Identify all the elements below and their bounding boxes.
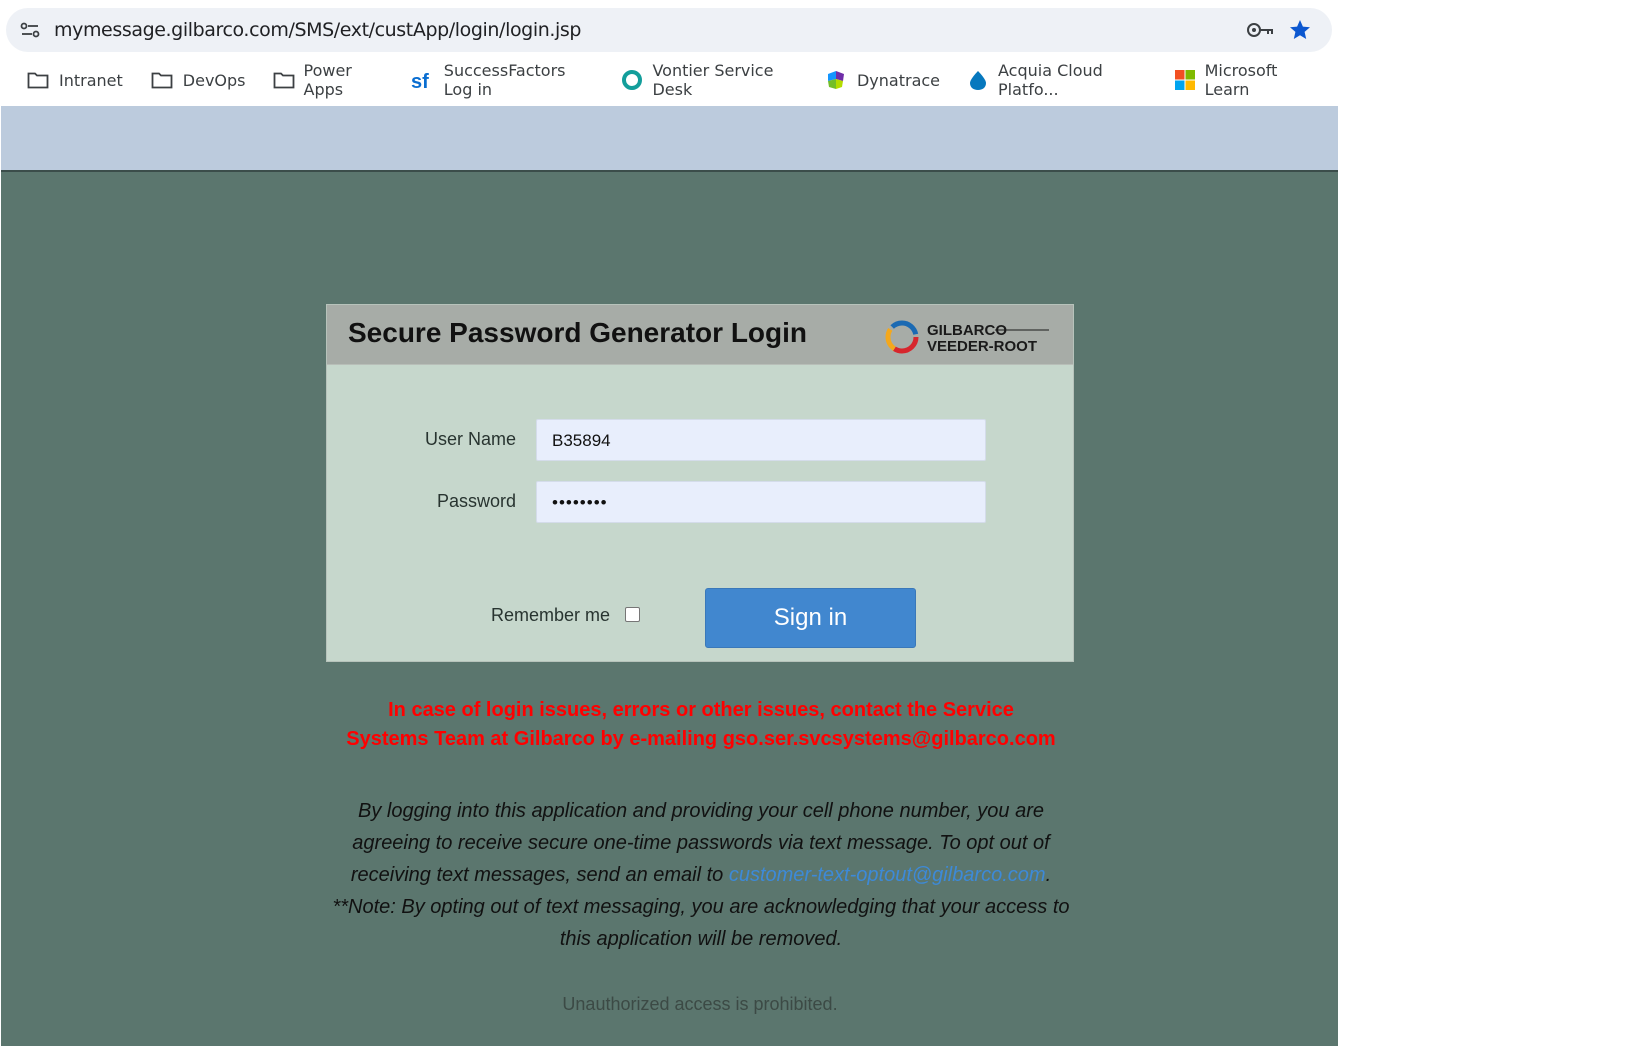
remember-me-label[interactable]: Remember me [491,605,610,626]
bookmark-vontier[interactable]: Vontier Service Desk [621,61,797,99]
gilbarco-logo: GILBARCO VEEDER-ROOT [885,320,1049,355]
svg-text:sf: sf [411,71,429,91]
bookmark-label: DevOps [182,70,246,90]
bookmark-devops[interactable]: DevOps [150,69,246,91]
vontier-icon [622,70,643,90]
microsoft-icon [1174,70,1195,90]
url-text[interactable]: mymessage.gilbarco.com/SMS/ext/custApp/l… [54,19,581,41]
acquia-icon [970,71,987,90]
bookmark-microsoft-learn[interactable]: Microsoft Learn [1174,61,1311,99]
bookmark-intranet[interactable]: Intranet [26,69,123,91]
password-label: Password [436,491,516,511]
password-key-icon[interactable] [1246,20,1274,40]
bookmark-dynatrace[interactable]: Dynatrace [824,69,940,91]
notice-line-2: Systems Team at Gilbarco by e-mailing gs… [346,728,1056,750]
address-bar[interactable]: mymessage.gilbarco.com/SMS/ext/custApp/l… [6,8,1332,52]
bookmark-label: Power Apps [303,61,352,99]
dynatrace-icon [827,71,844,89]
bookmark-power-apps[interactable]: Power Apps [273,61,384,99]
bookmark-label: Dynatrace [856,70,941,90]
sign-in-button[interactable]: Sign in [705,588,916,648]
login-title: Secure Password Generator Login [348,317,808,348]
login-panel: Secure Password Generator Login GILBARCO… [326,304,1074,662]
bookmark-star-icon[interactable] [1288,18,1312,42]
bookmark-label: Vontier Service Desk [652,61,774,99]
bookmark-acquia[interactable]: Acquia Cloud Platfo... [967,61,1147,99]
bookmark-label: Acquia Cloud Platfo... [998,61,1103,99]
folder-icon [27,72,49,89]
login-panel-header: Secure Password Generator Login GILBARCO… [327,305,1073,365]
remember-me-checkbox[interactable] [625,607,640,622]
folder-icon [151,72,173,89]
login-issues-notice: In case of login issues, errors or other… [320,696,1082,754]
password-input[interactable]: •••••••• [536,481,986,523]
sms-consent-disclaimer: By logging into this application and pro… [330,795,1072,955]
notice-line-1: In case of login issues, errors or other… [388,699,1014,721]
logo-text-line2: VEEDER-ROOT [927,338,1037,355]
folder-icon [273,72,294,89]
bookmark-label: SuccessFactors Log in [443,61,566,99]
username-label: User Name [424,429,516,449]
bookmark-label: Microsoft Learn [1204,61,1278,99]
site-info-icon[interactable] [18,20,44,40]
bookmarks-bar: Intranet DevOps Power Apps sf SuccessFac… [26,61,1338,99]
username-input[interactable]: B35894 [536,419,986,461]
unauthorized-access-text: Unauthorized access is prohibited. [562,994,838,1014]
bookmark-successfactors[interactable]: sf SuccessFactors Log in [411,61,595,99]
page-header-strip [1,106,1338,172]
successfactors-icon: sf [411,71,429,91]
optout-email-link[interactable]: customer-text-optout@gilbarco.com [729,864,1046,886]
browser-chrome: mymessage.gilbarco.com/SMS/ext/custApp/l… [0,0,1338,106]
bookmark-label: Intranet [59,70,123,90]
